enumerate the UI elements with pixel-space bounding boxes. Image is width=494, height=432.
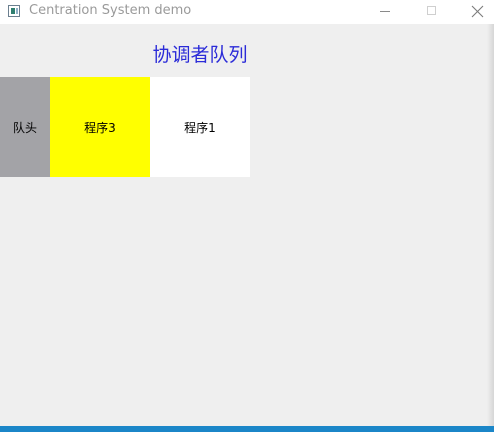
- window-edge-shadow: [487, 24, 494, 426]
- queue-title: 协调者队列: [152, 44, 248, 66]
- close-button[interactable]: [454, 0, 494, 24]
- taskbar-accent-strip: [0, 426, 494, 432]
- title-bar[interactable]: Centration System demo: [0, 0, 494, 24]
- queue-head-cell: 队头: [0, 77, 50, 177]
- window-title: Centration System demo: [29, 3, 192, 18]
- queue-item-program-3: 程序3: [50, 77, 150, 177]
- queue-item-label: 程序1: [184, 120, 216, 135]
- maximize-icon: [427, 6, 436, 15]
- app-window: Centration System demo 协调者队列 队头 程序3 程序1: [0, 0, 494, 432]
- minimize-button[interactable]: [362, 0, 408, 24]
- app-window-icon: [8, 5, 20, 17]
- close-icon: [471, 5, 484, 18]
- maximize-button[interactable]: [408, 0, 454, 24]
- minimize-icon: [380, 11, 390, 12]
- queue-item-program-1: 程序1: [150, 77, 250, 177]
- queue-item-label: 程序3: [84, 120, 116, 135]
- coordinator-queue: 队头 程序3 程序1: [0, 77, 250, 177]
- queue-head-label: 队头: [12, 120, 37, 135]
